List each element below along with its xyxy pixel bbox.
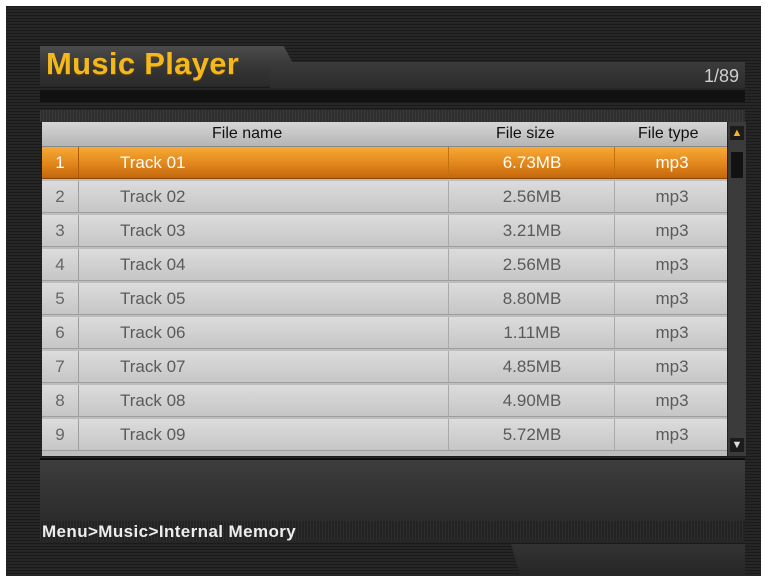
row-file-size: 8.80MB (448, 283, 615, 314)
row-file-type: mp3 (614, 215, 729, 246)
row-file-name: Track 08 (120, 391, 186, 410)
music-player-screen: Music Player 1/89 File name File size Fi… (6, 6, 761, 576)
row-file-size: 3.21MB (448, 215, 615, 246)
row-file-name: Track 05 (120, 289, 186, 308)
row-file-size: 2.56MB (448, 181, 615, 212)
row-file-type: mp3 (614, 317, 729, 348)
table-row[interactable]: 9 Track 09 5.72MB mp3 (42, 419, 728, 451)
row-file-name: Track 07 (120, 357, 186, 376)
row-number: 7 (42, 351, 79, 382)
column-header-file-type[interactable]: File type (638, 125, 698, 143)
table-row[interactable]: 6 Track 06 1.11MB mp3 (42, 317, 728, 349)
row-file-name: Track 09 (120, 425, 186, 444)
header-divider (40, 90, 745, 102)
row-number: 1 (42, 147, 79, 178)
info-panel (40, 458, 745, 522)
row-file-type: mp3 (614, 181, 729, 212)
table-row[interactable]: 4 Track 04 2.56MB mp3 (42, 249, 728, 281)
column-header-file-name[interactable]: File name (212, 125, 282, 143)
table-row[interactable]: 8 Track 08 4.90MB mp3 (42, 385, 728, 417)
row-file-name: Track 02 (120, 187, 186, 206)
row-file-name: Track 06 (120, 323, 186, 342)
page-counter: 1/89 (703, 66, 739, 86)
row-file-type: mp3 (614, 351, 729, 382)
row-file-type: mp3 (614, 283, 729, 314)
row-number: 2 (42, 181, 79, 212)
table-row[interactable]: 2 Track 02 2.56MB mp3 (42, 181, 728, 213)
file-table: File name File size File type 1 Track 01 6… (42, 122, 746, 456)
row-file-name: Track 03 (120, 221, 186, 240)
column-header-file-size[interactable]: File size (496, 125, 555, 143)
title-strip (270, 62, 745, 88)
table-header: File name File size File type (42, 122, 728, 147)
title-bar: Music Player 1/89 (40, 46, 745, 88)
row-file-size: 4.90MB (448, 385, 615, 416)
table-row[interactable]: 7 Track 07 4.85MB mp3 (42, 351, 728, 383)
row-file-name: Track 01 (120, 153, 186, 172)
chevron-down-icon[interactable]: ▼ (730, 438, 744, 452)
row-number: 8 (42, 385, 79, 416)
chevron-up-icon[interactable]: ▲ (730, 126, 744, 140)
row-file-type: mp3 (614, 419, 729, 450)
row-file-size: 4.85MB (448, 351, 615, 382)
row-number: 6 (42, 317, 79, 348)
track-list: 1 Track 01 6.73MB mp3 2 Track 02 2.56MB mp3 3 Tra… (42, 147, 728, 456)
row-file-size: 2.56MB (448, 249, 615, 280)
header-band (40, 110, 745, 122)
row-file-size: 1.11MB (448, 317, 615, 348)
bottom-tab (511, 544, 745, 576)
app-title: Music Player (46, 46, 240, 81)
row-file-type: mp3 (614, 147, 729, 178)
row-file-type: mp3 (614, 385, 729, 416)
row-number: 3 (42, 215, 79, 246)
table-row[interactable]: 5 Track 05 8.80MB mp3 (42, 283, 728, 315)
breadcrumb: Menu>Music>Internal Memory (42, 522, 297, 541)
scrollbar[interactable]: ▲ ▼ (727, 122, 746, 456)
row-file-size: 6.73MB (448, 147, 615, 178)
table-row[interactable]: 3 Track 03 3.21MB mp3 (42, 215, 728, 247)
table-row[interactable]: 1 Track 01 6.73MB mp3 (42, 147, 728, 179)
row-file-type: mp3 (614, 249, 729, 280)
row-file-name: Track 04 (120, 255, 186, 274)
row-file-size: 5.72MB (448, 419, 615, 450)
row-number: 4 (42, 249, 79, 280)
row-number: 5 (42, 283, 79, 314)
row-number: 9 (42, 419, 79, 450)
scroll-thumb[interactable] (731, 152, 743, 178)
